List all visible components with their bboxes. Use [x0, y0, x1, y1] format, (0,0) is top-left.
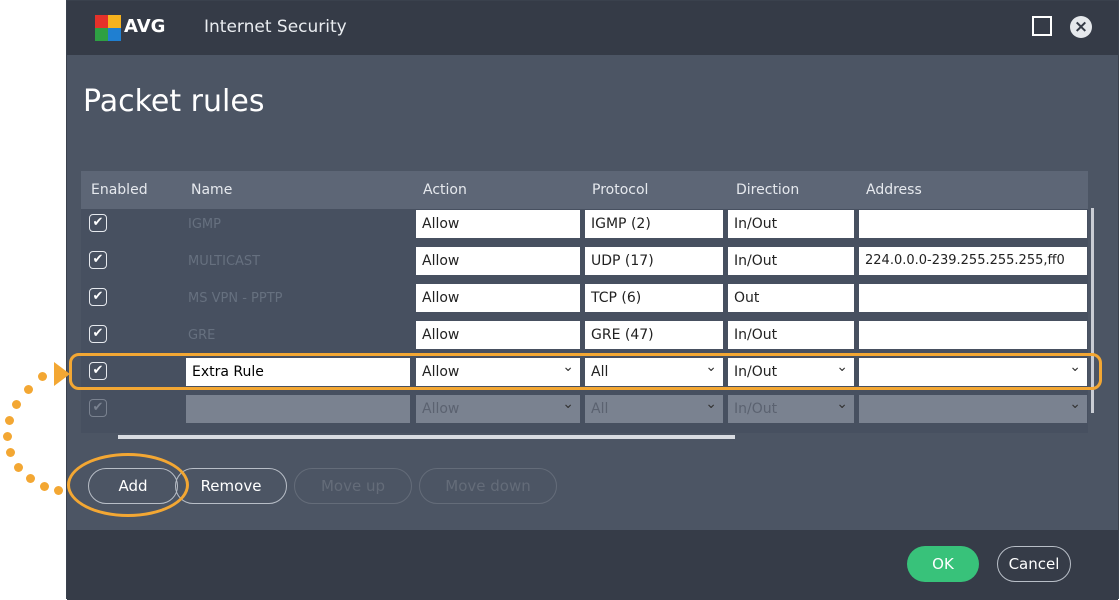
rule-name[interactable]: MULTICAST — [188, 254, 260, 269]
direction-cell[interactable]: In/Out — [728, 247, 854, 275]
rule-name[interactable]: IGMP — [188, 217, 221, 232]
protocol-cell[interactable]: UDP (17) — [585, 247, 723, 275]
table-row-new[interactable]: ✔ Allow All In/Out — [81, 395, 1088, 429]
direction-cell[interactable]: Out — [728, 284, 854, 312]
column-header-address[interactable]: Address — [866, 182, 922, 198]
horizontal-scrollbar[interactable] — [118, 435, 735, 439]
protocol-cell[interactable]: IGMP (2) — [585, 210, 723, 238]
column-header-protocol[interactable]: Protocol — [592, 182, 648, 198]
avg-logo-icon — [95, 15, 121, 41]
address-select[interactable] — [859, 395, 1087, 423]
table-row[interactable]: ✔ GRE Allow GRE (47) In/Out — [81, 321, 1088, 355]
highlight-add-button — [67, 453, 189, 517]
enabled-checkbox[interactable]: ✔ — [89, 399, 107, 417]
address-cell[interactable] — [859, 284, 1087, 312]
enabled-checkbox[interactable]: ✔ — [89, 214, 107, 232]
app-title: Internet Security — [204, 17, 347, 37]
maximize-icon[interactable] — [1032, 16, 1052, 36]
action-cell[interactable]: Allow — [416, 284, 580, 312]
address-cell[interactable] — [859, 210, 1087, 238]
rule-name-input[interactable] — [186, 395, 410, 423]
cancel-button[interactable]: Cancel — [997, 546, 1071, 582]
action-select[interactable]: Allow — [416, 395, 580, 423]
pointer-arrow-icon — [54, 362, 70, 386]
direction-cell[interactable]: In/Out — [728, 321, 854, 349]
move-up-button[interactable]: Move up — [294, 468, 412, 504]
direction-cell[interactable]: In/Out — [728, 210, 854, 238]
remove-button[interactable]: Remove — [175, 468, 287, 504]
protocol-cell[interactable]: GRE (47) — [585, 321, 723, 349]
ok-button[interactable]: OK — [907, 546, 979, 582]
column-header-enabled[interactable]: Enabled — [91, 182, 148, 198]
avg-logo: AVG — [95, 15, 171, 41]
enabled-checkbox[interactable]: ✔ — [89, 325, 107, 343]
table-row[interactable]: ✔ IGMP Allow IGMP (2) In/Out — [81, 210, 1088, 244]
rule-name[interactable]: GRE — [188, 328, 215, 343]
table-row[interactable]: ✔ MULTICAST Allow UDP (17) In/Out 224.0.… — [81, 247, 1088, 281]
enabled-checkbox[interactable]: ✔ — [89, 288, 107, 306]
protocol-select[interactable]: All — [585, 395, 723, 423]
close-icon[interactable]: × — [1070, 16, 1092, 38]
direction-select[interactable]: In/Out — [728, 395, 854, 423]
table-header: Enabled Name Action Protocol Direction A… — [81, 171, 1088, 209]
address-cell[interactable] — [859, 321, 1087, 349]
enabled-checkbox[interactable]: ✔ — [89, 251, 107, 269]
packet-rules-table: Enabled Name Action Protocol Direction A… — [81, 171, 1088, 439]
address-cell[interactable]: 224.0.0.0-239.255.255.255,ff0 — [859, 247, 1087, 275]
column-header-direction[interactable]: Direction — [736, 182, 799, 198]
highlight-extra-rule-row — [69, 353, 1102, 390]
column-header-action[interactable]: Action — [423, 182, 467, 198]
title-bar: AVG Internet Security × — [67, 1, 1118, 55]
avg-window: AVG Internet Security × Packet rules Ena… — [66, 0, 1119, 600]
rule-name[interactable]: MS VPN - PPTP — [188, 291, 282, 306]
page-title: Packet rules — [83, 84, 265, 119]
table-row[interactable]: ✔ MS VPN - PPTP Allow TCP (6) Out — [81, 284, 1088, 318]
action-cell[interactable]: Allow — [416, 210, 580, 238]
action-cell[interactable]: Allow — [416, 247, 580, 275]
protocol-cell[interactable]: TCP (6) — [585, 284, 723, 312]
column-header-name[interactable]: Name — [191, 182, 232, 198]
move-down-button[interactable]: Move down — [419, 468, 557, 504]
logo-text: AVG — [124, 16, 166, 37]
action-cell[interactable]: Allow — [416, 321, 580, 349]
